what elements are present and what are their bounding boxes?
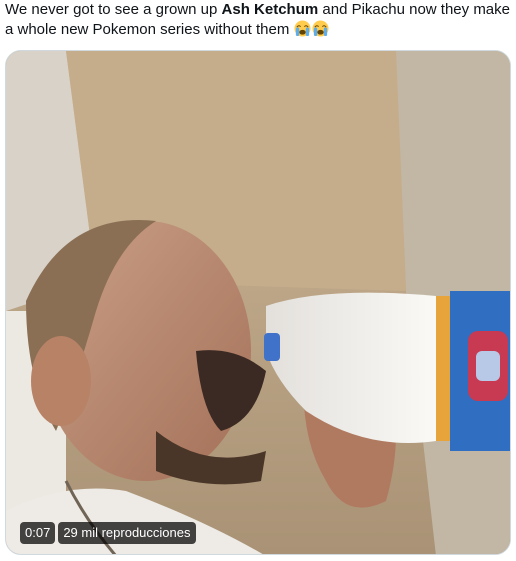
- loudly-crying-face-icon: [312, 20, 330, 37]
- video-frame: [6, 51, 510, 554]
- video-duration: 0:07: [20, 522, 56, 544]
- video-overlay: 0:07 29 mil reproducciones: [20, 522, 196, 544]
- tweet-text-bold: Ash Ketchum: [221, 1, 319, 18]
- tweet-text-start: We never got to see a grown up: [5, 1, 222, 18]
- video-views: 29 mil reproducciones: [58, 522, 196, 544]
- video-player[interactable]: 0:07 29 mil reproducciones: [5, 50, 511, 555]
- loudly-crying-face-icon: [294, 20, 312, 37]
- tweet-text: We never got to see a grown up Ash Ketch…: [5, 0, 511, 40]
